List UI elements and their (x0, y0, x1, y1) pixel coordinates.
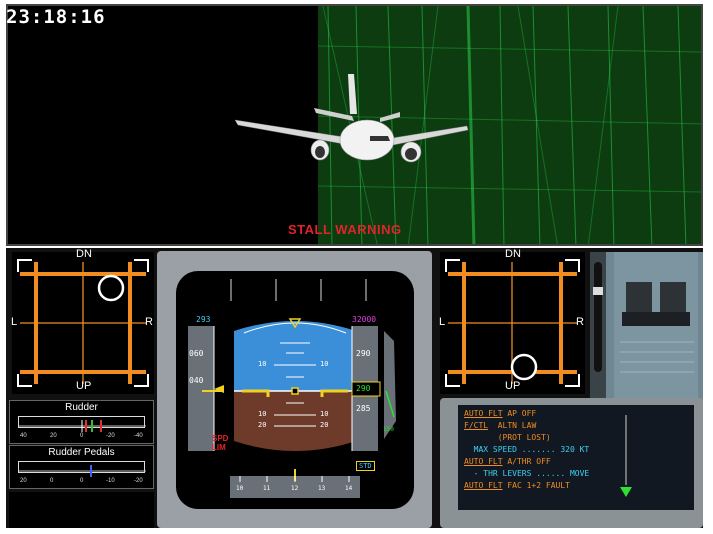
pfd-speed-label: 040 (189, 376, 204, 385)
rudder-tick: -20 (106, 433, 115, 439)
stall-warning: STALL WARNING (288, 222, 402, 237)
pfd-pitch-label: 10 (258, 410, 267, 418)
pfd-heading-tick: 12 (291, 485, 299, 492)
rudder-pedals-tick: 20 (20, 478, 27, 484)
rudder-pedals-title: Rudder Pedals (48, 447, 115, 458)
rudder-pedals-scale (18, 461, 146, 477)
pfd-pitch-label: 10 (258, 360, 267, 368)
sidestick-left-l-label: L (11, 316, 18, 328)
ecam-line-text: AUTO FLT AP OFF (464, 409, 536, 418)
sidestick-left-dn-label: DN (76, 248, 92, 260)
ecam-message-body: ALTN LAW (488, 421, 537, 430)
rudder-pedals-tick: 0 (80, 478, 84, 484)
sidestick-right-position (510, 353, 538, 381)
sidestick-right-r-label: R (576, 316, 584, 328)
pfd-heading-tick: 11 (263, 485, 271, 492)
ecam-message-body: A/THR OFF (502, 457, 551, 466)
ecam-line-text: - THR LEVERS ...... MOVE (464, 469, 590, 478)
sidestick-right-graphic (445, 259, 580, 387)
rudder-pedals-tick: 0 (50, 478, 54, 484)
pfd-graphics (188, 279, 396, 498)
sidestick-right-indicator: DN UP L R (439, 248, 585, 394)
pfd-heading-tick: 13 (318, 485, 326, 492)
sidestick-left-graphic (17, 259, 149, 387)
lower-left-blank (9, 492, 154, 528)
pfd-std-label: STD (356, 461, 375, 471)
pfd-spd-lim-line2: LIM (212, 443, 226, 452)
flight-replay-display: 23:18:16 STALL WARNING DN UP L R Rudder (0, 0, 713, 534)
rudder-scale (18, 416, 146, 432)
ecam-system-prefix: AUTO FLT (464, 481, 503, 490)
sidestick-right-up-label: UP (505, 380, 521, 392)
ecam-line: (PROT LOST) (464, 433, 551, 442)
pfd-spd-lim-flag: SPD LIM (212, 434, 228, 452)
rudder-tick: 40 (20, 433, 27, 439)
rudder-indicator: Rudder 40 20 0 -20 -40 (9, 400, 154, 444)
ecam-line: F/CTL ALTN LAW (464, 421, 536, 430)
ecam-overflow-arrow-icon (620, 415, 632, 497)
aircraft-model (234, 74, 469, 163)
sidestick-left-position (97, 274, 125, 302)
ecam-message-display: AUTO FLT AP OFF F/CTL ALTN LAW (PROT LOS… (458, 405, 694, 510)
ecam-system-prefix: AUTO FLT (464, 457, 503, 466)
aircraft-3d-view (6, 4, 703, 246)
ecam-line: AUTO FLT A/THR OFF (464, 457, 551, 466)
ecam-line-text: AUTO FLT FAC 1+2 FAULT (464, 481, 570, 490)
pfd-alt-label: 285 (356, 404, 371, 413)
throttle-quadrant (590, 252, 703, 402)
sidestick-left-up-label: UP (76, 380, 92, 392)
pfd-speed-target: 293 (196, 315, 211, 324)
rudder-pedals-tick: -20 (134, 478, 143, 484)
pfd-speed-label: 060 (189, 349, 204, 358)
pfd-heading-tick: 14 (345, 485, 353, 492)
rudder-pedals-tick: -10 (106, 478, 115, 484)
ecam-line: MAX SPEED ....... 320 KT (464, 445, 590, 454)
rudder-title: Rudder (65, 402, 98, 413)
clock-readout: 23:18:16 (6, 6, 106, 28)
ecam-line: AUTO FLT AP OFF (464, 409, 536, 418)
sidestick-left-indicator: DN UP L R (11, 248, 154, 394)
ecam-line: - THR LEVERS ...... MOVE (464, 469, 590, 478)
ecam-line: AUTO FLT FAC 1+2 FAULT (464, 481, 570, 490)
sidestick-right-dn-label: DN (505, 248, 521, 260)
pfd-heading-tick: 10 (236, 485, 244, 492)
pfd-alt-label: 290 (356, 349, 371, 358)
ecam-line-text: MAX SPEED ....... 320 KT (464, 445, 590, 454)
ecam-line-text: (PROT LOST) (464, 433, 551, 442)
pfd-spd-lim-line1: SPD (212, 434, 229, 443)
rudder-pedals-indicator: Rudder Pedals 20 0 0 -10 -20 (9, 445, 154, 489)
ecam-system-prefix: F/CTL (464, 421, 489, 430)
ecam-message-body: FAC 1+2 FAULT (502, 481, 570, 490)
pfd-alt-current: 290 (356, 384, 371, 393)
ecam-line-text: F/CTL ALTN LAW (464, 421, 536, 430)
pfd-vs-value: 150 (383, 426, 394, 433)
sidestick-right-l-label: L (439, 316, 446, 328)
ecam-line-text: AUTO FLT A/THR OFF (464, 457, 551, 466)
rudder-tick: 20 (50, 433, 57, 439)
ecam-message-body: AP OFF (502, 409, 537, 418)
pfd-pitch-label: 20 (320, 421, 329, 429)
rudder-tick: 0 (80, 433, 84, 439)
pfd-pitch-label: 10 (320, 410, 329, 418)
pfd-alt-target: 32000 (352, 315, 377, 324)
ecam-system-prefix: AUTO FLT (464, 409, 503, 418)
sidestick-left-r-label: R (145, 316, 153, 328)
rudder-tick: -40 (134, 433, 143, 439)
pfd-pitch-label: 20 (258, 421, 267, 429)
primary-flight-display: 293 060 040 SPD LIM 32000 290 285 290 150… (176, 271, 414, 509)
pfd-pitch-label: 10 (320, 360, 329, 368)
